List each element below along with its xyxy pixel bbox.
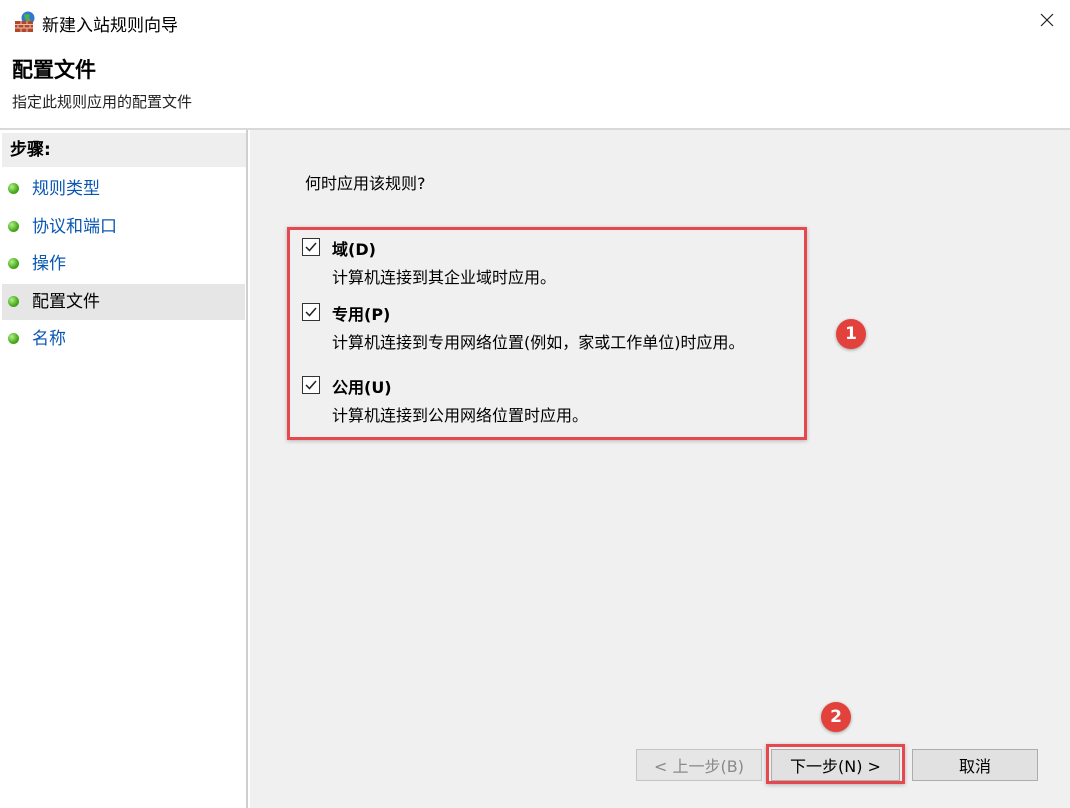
steps-sidebar: 步骤: 规则类型 协议和端口 操作 配置文件 名称 xyxy=(0,130,248,808)
public-checkbox[interactable] xyxy=(302,376,320,394)
step-label: 操作 xyxy=(32,254,66,274)
option-label[interactable]: 公用(U) xyxy=(332,374,392,398)
green-dot-icon xyxy=(8,296,19,307)
back-button[interactable]: < 上一步(B) xyxy=(636,749,762,781)
content-panel: 何时应用该规则? 域(D) 计算机连接到其企业域时应用。 专用(P) 计算机连接… xyxy=(250,130,1070,808)
page-subtitle: 指定此规则应用的配置文件 xyxy=(12,93,193,111)
step-rule-type[interactable]: 规则类型 xyxy=(2,171,245,207)
step-marker-2: 2 xyxy=(821,702,851,732)
step-label: 协议和端口 xyxy=(32,217,117,237)
step-label: 名称 xyxy=(32,329,66,349)
option-description: 计算机连接到公用网络位置时应用。 xyxy=(332,406,589,425)
close-button[interactable] xyxy=(1024,0,1070,44)
domain-checkbox[interactable] xyxy=(302,238,320,256)
cancel-button[interactable]: 取消 xyxy=(912,749,1038,781)
green-dot-icon xyxy=(8,183,19,194)
step-label: 规则类型 xyxy=(32,179,100,199)
green-dot-icon xyxy=(8,333,19,344)
step-action[interactable]: 操作 xyxy=(2,246,245,282)
option-description: 计算机连接到专用网络位置(例如，家或工作单位)时应用。 xyxy=(332,333,745,352)
checkmark-icon xyxy=(305,242,317,252)
question-label: 何时应用该规则? xyxy=(305,174,426,193)
option-label[interactable]: 域(D) xyxy=(332,236,376,260)
steps-heading: 步骤: xyxy=(2,133,246,167)
step-marker-1: 1 xyxy=(836,319,866,349)
firewall-icon xyxy=(13,10,37,34)
green-dot-icon xyxy=(8,258,19,269)
checkmark-icon xyxy=(305,380,317,390)
private-checkbox[interactable] xyxy=(302,303,320,321)
page-title: 配置文件 xyxy=(12,58,96,82)
checkmark-icon xyxy=(305,307,317,317)
window-title: 新建入站规则向导 xyxy=(42,16,178,36)
step-name[interactable]: 名称 xyxy=(2,321,245,357)
step-protocol-ports[interactable]: 协议和端口 xyxy=(2,209,245,245)
step-profile[interactable]: 配置文件 xyxy=(2,284,245,320)
option-label[interactable]: 专用(P) xyxy=(332,301,390,325)
next-button-highlight xyxy=(766,744,905,784)
close-icon xyxy=(1039,12,1055,32)
wizard-header: 配置文件 指定此规则应用的配置文件 xyxy=(0,44,1070,128)
green-dot-icon xyxy=(8,221,19,232)
option-description: 计算机连接到其企业域时应用。 xyxy=(332,268,557,287)
title-bar: 新建入站规则向导 xyxy=(0,0,1070,44)
step-label: 配置文件 xyxy=(32,292,100,312)
